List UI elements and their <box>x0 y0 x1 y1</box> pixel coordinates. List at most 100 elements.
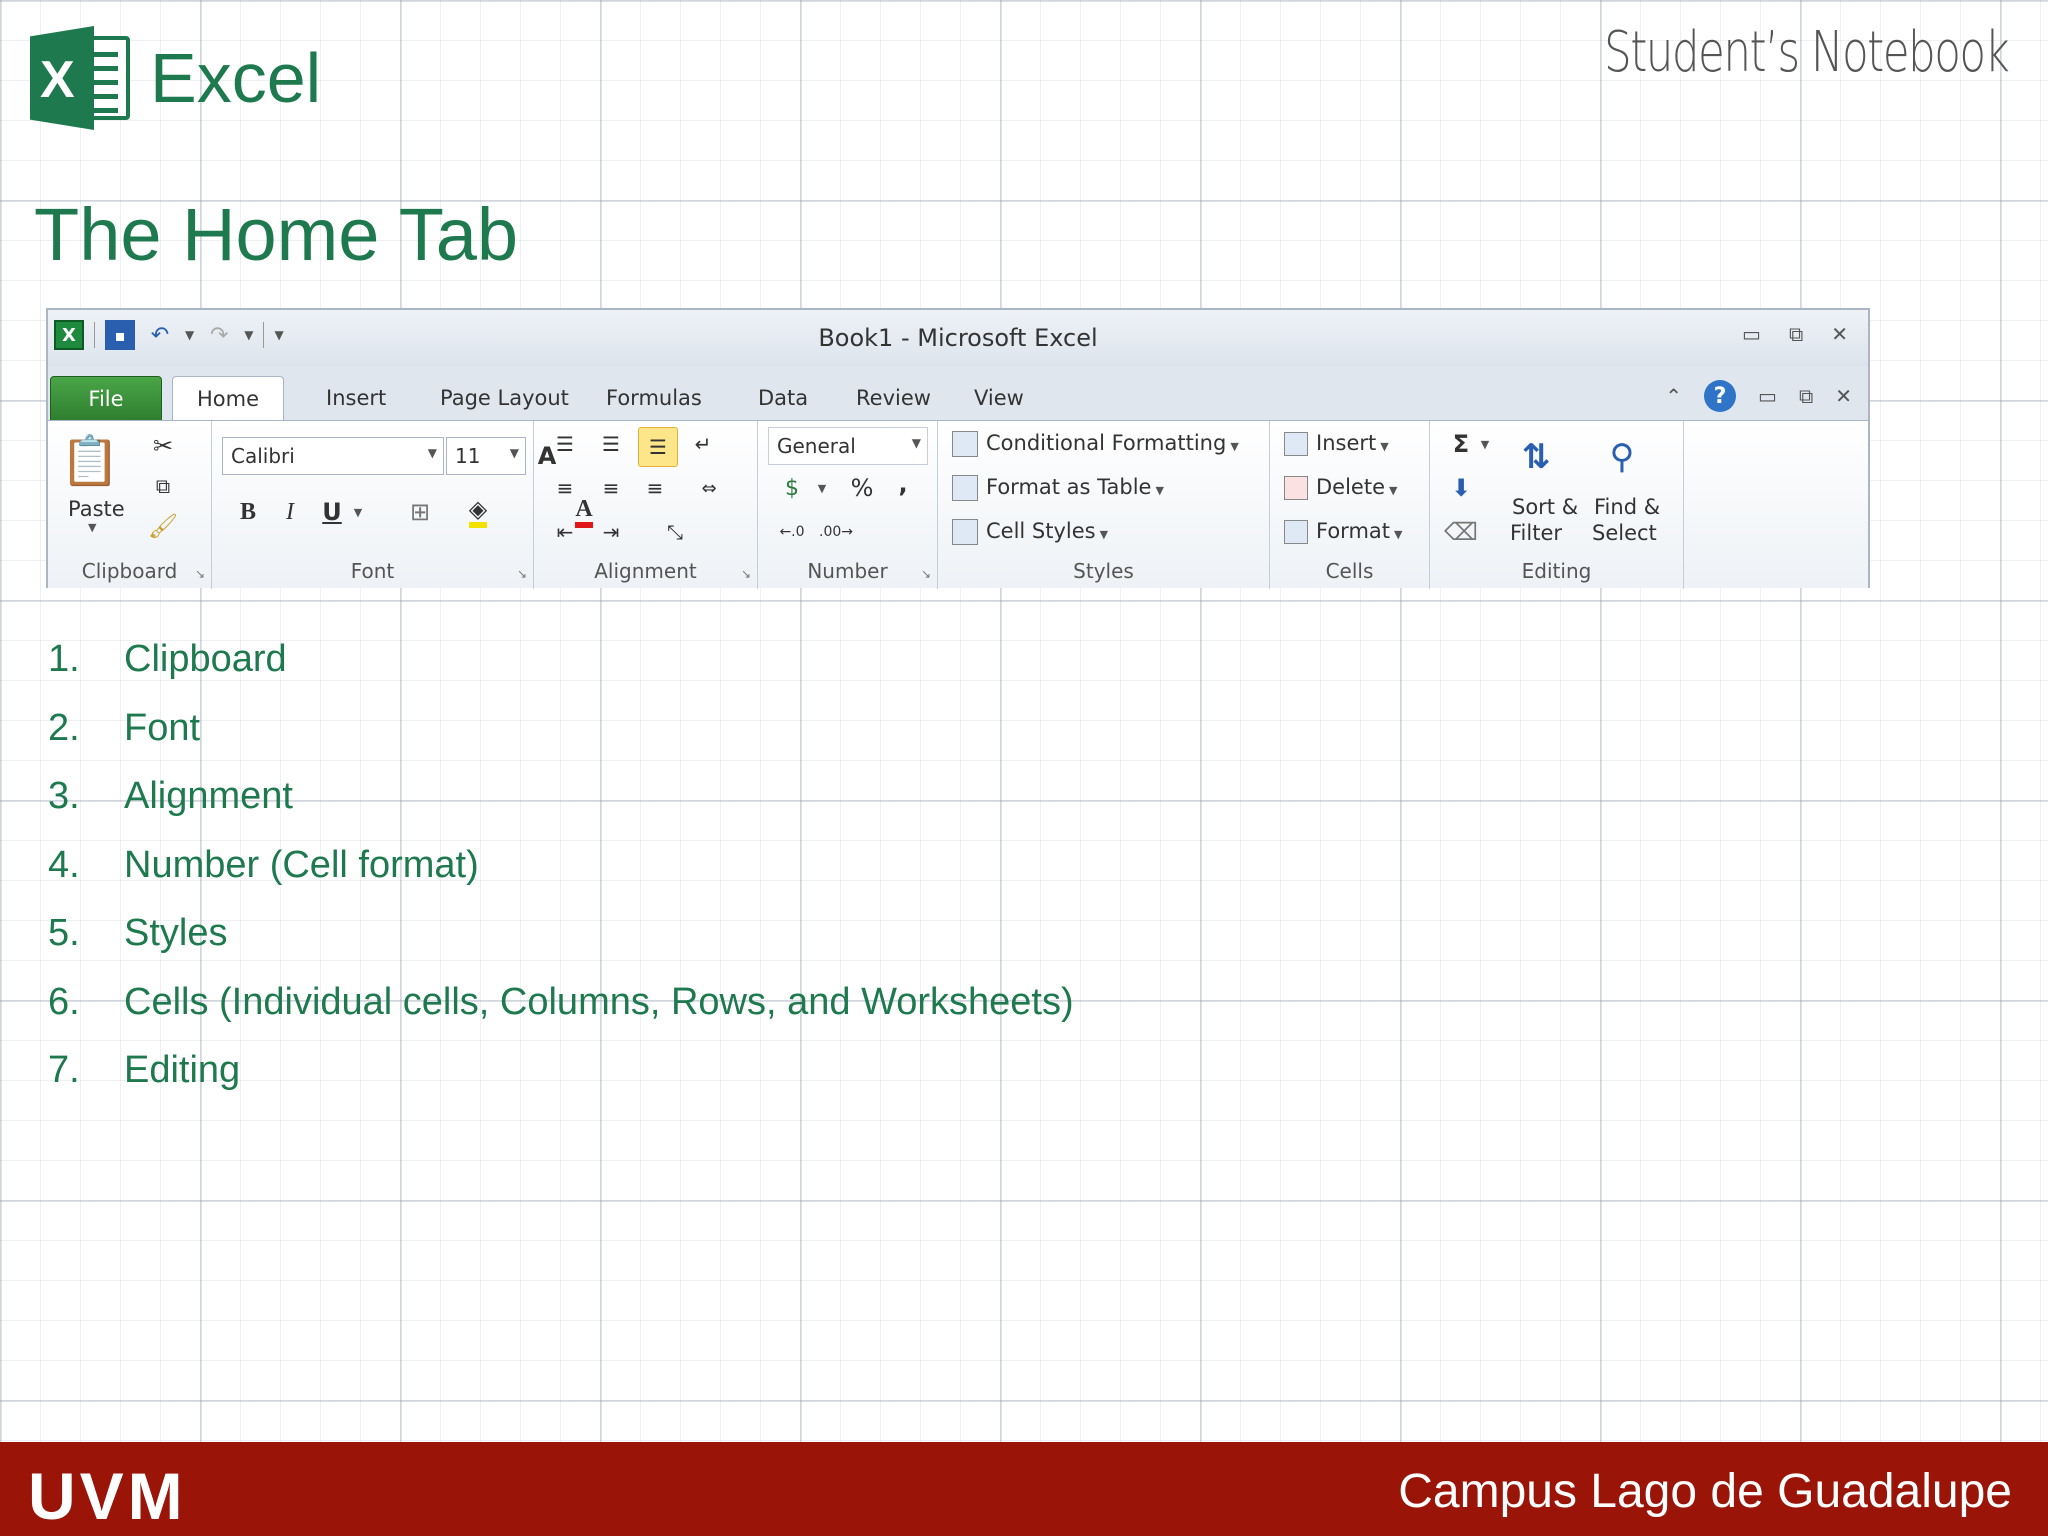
number-format-combo[interactable]: General ▼ <box>768 427 928 465</box>
format-cells-button[interactable]: Format ▼ <box>1284 519 1402 544</box>
autosum-icon[interactable]: Σ <box>1444 427 1478 461</box>
number-launcher-icon[interactable]: ↘ <box>921 567 931 581</box>
align-left-icon[interactable]: ≡ <box>548 473 582 503</box>
sort-filter-icon[interactable]: ⇅ <box>1508 427 1564 487</box>
align-bottom-icon[interactable]: ☰ <box>638 427 678 467</box>
tab-insert[interactable]: Insert <box>306 376 406 422</box>
title-bar: X ▪ ↶ ▼ ↷ ▼ ▼ Book1 - Microsoft Excel ▭ … <box>48 310 1868 366</box>
insert-cells-button[interactable]: Insert ▼ <box>1284 431 1389 456</box>
increase-indent-icon[interactable]: ⇥ <box>594 517 628 547</box>
close-workbook-icon[interactable]: ✕ <box>1835 384 1852 408</box>
decrease-indent-icon[interactable]: ⇤ <box>548 517 582 547</box>
group-number: General ▼ $ ▼ % , ←.0 .00→ Number ↘ <box>758 421 938 589</box>
sort-filter-label-2[interactable]: Filter <box>1510 521 1562 545</box>
fill-color-icon[interactable]: ◈ <box>456 495 500 529</box>
list-item: 2. Font <box>48 706 201 749</box>
cut-icon[interactable]: ✂ <box>148 431 178 461</box>
clipboard-launcher-icon[interactable]: ↘ <box>195 567 205 581</box>
font-name-combo[interactable]: Calibri ▼ <box>222 437 444 475</box>
find-select-label-1[interactable]: Find & <box>1594 495 1660 519</box>
group-clipboard: 📋 Paste ▼ ✂ ⧉ 🖌 Clipboard ↘ <box>48 421 212 589</box>
excel-logo: X Excel <box>30 26 321 130</box>
orientation-icon[interactable]: ⤡ <box>652 517 698 547</box>
paste-button[interactable]: Paste <box>68 497 125 521</box>
currency-dropdown-icon[interactable]: ▼ <box>814 473 830 503</box>
merge-center-icon[interactable]: ⇔ <box>686 473 732 503</box>
chevron-down-icon: ▼ <box>911 436 921 450</box>
app-name: Excel <box>150 39 322 117</box>
font-size-value: 11 <box>455 444 481 468</box>
list-item: 6. Cells (Individual cells, Columns, Row… <box>48 980 1074 1023</box>
tab-formulas[interactable]: Formulas <box>586 376 722 422</box>
fill-icon[interactable]: ⬇ <box>1444 471 1478 505</box>
currency-icon[interactable]: $ <box>772 471 812 505</box>
cell-styles-button[interactable]: Cell Styles ▼ <box>952 519 1108 545</box>
tab-file[interactable]: File <box>50 376 162 422</box>
find-select-icon[interactable]: ⚲ <box>1594 427 1650 487</box>
align-right-icon[interactable]: ≡ <box>638 473 672 503</box>
page-title: The Home Tab <box>34 193 518 276</box>
borders-icon[interactable]: ⊞ <box>400 495 440 529</box>
format-as-table-button[interactable]: Format as Table ▼ <box>952 475 1164 501</box>
tab-view[interactable]: View <box>954 376 1044 422</box>
chevron-down-icon: ▼ <box>427 446 437 460</box>
conditional-formatting-button[interactable]: Conditional Formatting ▼ <box>952 431 1239 457</box>
underline-dropdown-icon[interactable]: ▼ <box>350 497 366 527</box>
copy-icon[interactable]: ⧉ <box>148 471 178 501</box>
increase-decimal-icon[interactable]: ←.0 <box>772 515 812 549</box>
close-icon[interactable]: ✕ <box>1831 322 1848 346</box>
format-painter-icon[interactable]: 🖌 <box>148 511 178 541</box>
format-as-table-icon <box>952 475 978 501</box>
delete-cells-button[interactable]: Delete ▼ <box>1284 475 1397 500</box>
insert-cells-icon <box>1284 432 1308 456</box>
group-label-alignment: Alignment <box>594 559 697 583</box>
ribbon: 📋 Paste ▼ ✂ ⧉ 🖌 Clipboard ↘ Calibri ▼ 11… <box>48 420 1868 589</box>
topic-list: 1. Clipboard 2. Font 3. Alignment 4. Num… <box>48 638 1074 1118</box>
bold-button[interactable]: B <box>232 495 264 529</box>
chevron-down-icon: ▼ <box>509 446 519 460</box>
tab-review[interactable]: Review <box>836 376 951 422</box>
window-title: Book1 - Microsoft Excel <box>818 324 1098 352</box>
minimize-workbook-icon[interactable]: ▭ <box>1758 384 1777 408</box>
restore-workbook-icon[interactable]: ⧉ <box>1799 384 1813 408</box>
align-top-icon[interactable]: ☰ <box>548 429 582 459</box>
tab-data[interactable]: Data <box>738 376 828 422</box>
clear-icon[interactable]: ⌫ <box>1444 515 1478 549</box>
tab-home[interactable]: Home <box>172 376 284 422</box>
group-label-editing: Editing <box>1521 559 1592 583</box>
group-label-cells: Cells <box>1325 559 1374 583</box>
list-item: 5. Styles <box>48 912 228 954</box>
align-middle-icon[interactable]: ☰ <box>594 429 628 459</box>
group-cells: Insert ▼ Delete ▼ Format ▼ Cells <box>1270 421 1430 589</box>
font-launcher-icon[interactable]: ↘ <box>517 567 527 581</box>
comma-button[interactable]: , <box>888 467 918 501</box>
notebook-label: Student’s Notebook <box>1603 20 2010 85</box>
campus-name: Campus Lago de Guadalupe <box>1398 1465 2012 1518</box>
find-select-label-2[interactable]: Select <box>1592 521 1657 545</box>
collapse-ribbon-icon[interactable]: ⌃ <box>1665 384 1682 408</box>
group-label-clipboard: Clipboard <box>81 559 178 583</box>
italic-button[interactable]: I <box>274 495 306 529</box>
percent-button[interactable]: % <box>844 471 880 505</box>
list-item: 7. Editing <box>48 1049 241 1091</box>
cell-styles-icon <box>952 519 978 545</box>
paste-icon[interactable]: 📋 <box>60 429 120 491</box>
minimize-icon[interactable]: ▭ <box>1742 322 1761 346</box>
group-alignment: ☰ ☰ ☰ ↵ ≡ ≡ ≡ ⇔ ⇤ ⇥ ⤡ Alignment ↘ <box>534 421 758 589</box>
alignment-launcher-icon[interactable]: ↘ <box>741 567 751 581</box>
decrease-decimal-icon[interactable]: .00→ <box>816 515 856 549</box>
font-size-combo[interactable]: 11 ▼ <box>446 437 526 475</box>
conditional-formatting-icon <box>952 431 978 457</box>
wrap-text-icon[interactable]: ↵ <box>686 429 720 459</box>
paste-dropdown-icon[interactable]: ▼ <box>88 521 96 534</box>
help-icon[interactable]: ? <box>1704 380 1737 412</box>
maximize-icon[interactable]: ⧉ <box>1789 322 1803 346</box>
sort-filter-label-1[interactable]: Sort & <box>1512 495 1578 519</box>
autosum-dropdown-icon[interactable]: ▼ <box>1478 431 1492 457</box>
group-font: Calibri ▼ 11 ▼ A B I U ▼ ⊞ ◈ Font ↘ <box>212 421 556 589</box>
underline-button[interactable]: U <box>316 495 348 529</box>
tab-page-layout[interactable]: Page Layout <box>420 376 589 422</box>
group-styles: Conditional Formatting ▼ Format as Table ▼… <box>938 421 1270 589</box>
align-center-icon[interactable]: ≡ <box>594 473 628 503</box>
delete-cells-icon <box>1284 476 1308 500</box>
